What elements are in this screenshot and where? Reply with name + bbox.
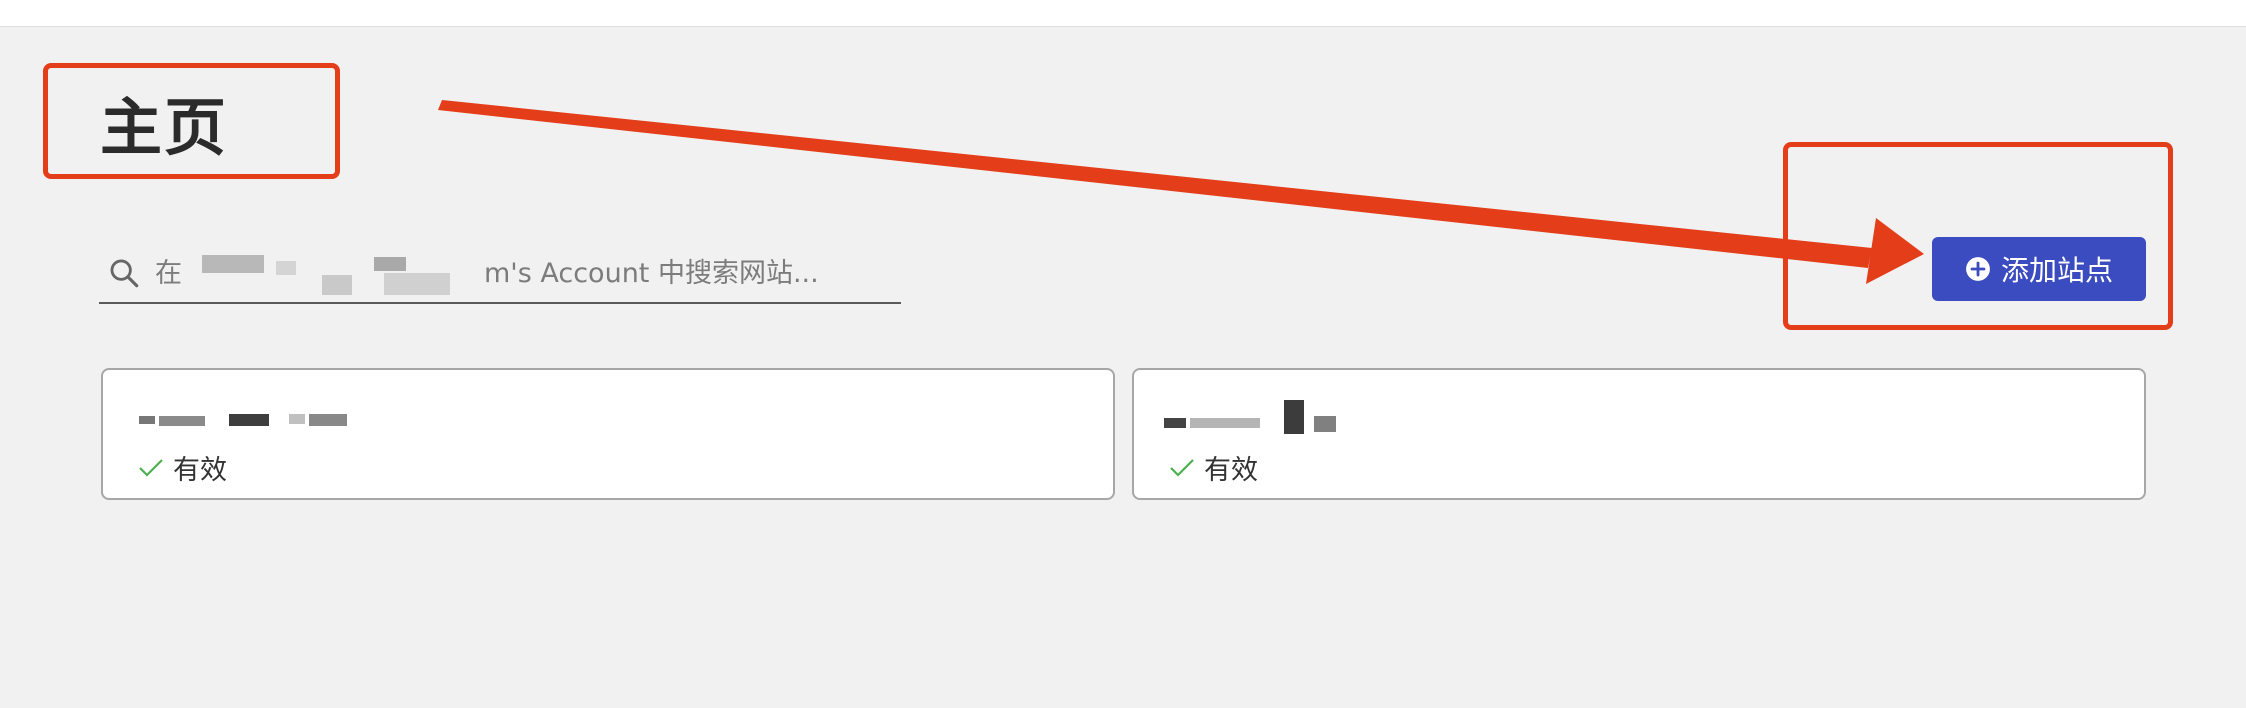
annotation-arrow — [438, 100, 1924, 284]
